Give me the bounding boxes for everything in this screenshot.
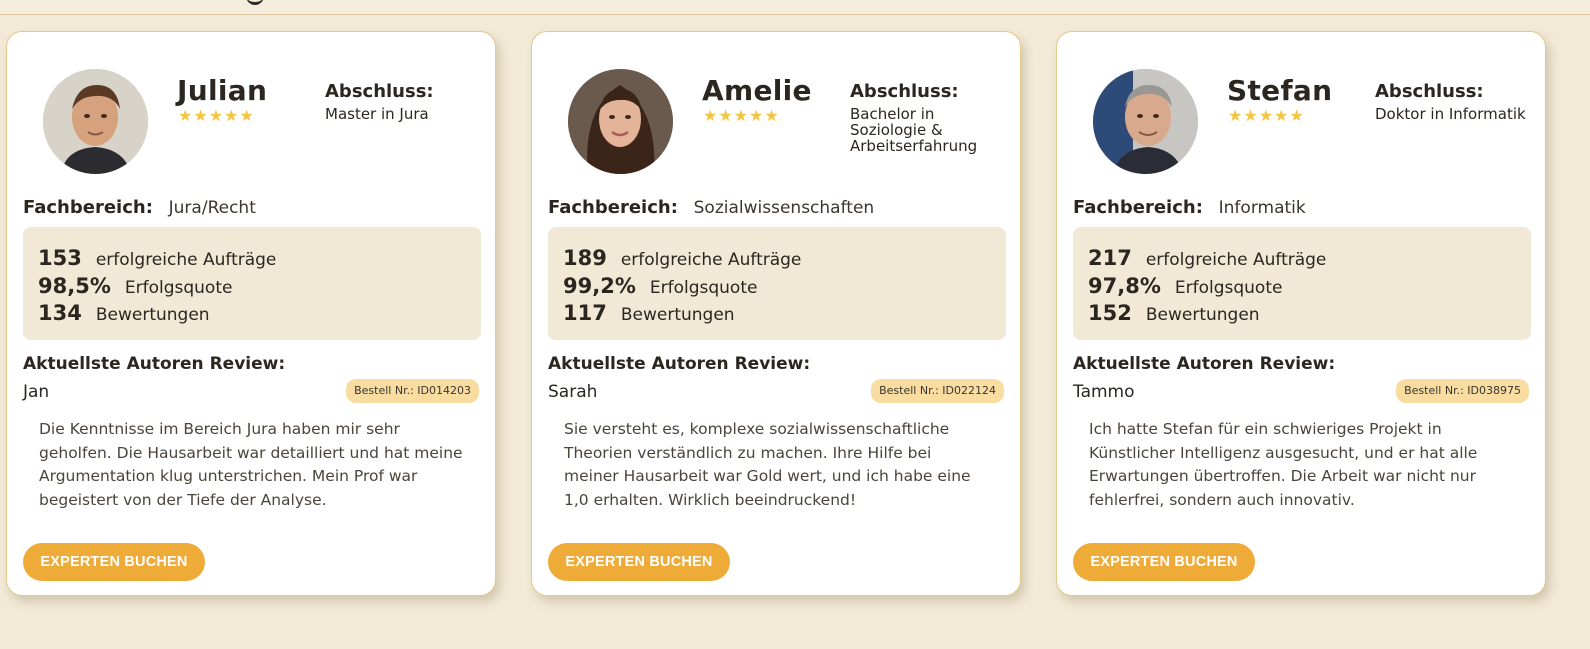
stat-success-rate-label: Erfolgsquote: [124, 277, 233, 298]
degree-value: Master in Jura: [325, 105, 429, 123]
order-number-badge: Bestell Nr.: ID022124: [871, 379, 1004, 403]
book-expert-button[interactable]: EXPERTEN BUCHEN: [23, 543, 205, 581]
stat-success-rate-label: Erfolgsquote: [1174, 277, 1283, 298]
star-icon: ★: [193, 106, 208, 125]
field-label: Fachbereich:: [1073, 197, 1203, 218]
star-icon: ★: [239, 106, 254, 125]
stat-orders-label: erfolgreiche Aufträge: [620, 250, 802, 270]
field-label: Fachbereich:: [23, 197, 153, 218]
stat-ratings: 152 Bewertungen: [1088, 301, 1531, 329]
stat-ratings-value: 117: [563, 301, 607, 325]
field-value: Informatik: [1218, 198, 1306, 218]
star-icon: ★: [1258, 106, 1274, 125]
review-heading: Aktuellste Autoren Review:: [23, 354, 286, 374]
star-icon: ★: [703, 106, 718, 125]
heading-glyph-fragment: [246, 0, 264, 5]
stat-orders-value: 189: [563, 246, 607, 270]
stat-ratings-label: Bewertungen: [95, 305, 210, 325]
reviewer-name: Jan: [23, 382, 50, 402]
expert-name: Julian: [177, 74, 268, 107]
stat-ratings-label: Bewertungen: [1145, 305, 1260, 325]
degree-label: Abschluss:: [850, 81, 959, 102]
stat-orders-label: erfolgreiche Aufträge: [95, 250, 277, 270]
review-heading: Aktuellste Autoren Review:: [548, 354, 811, 374]
stats-panel: 189 erfolgreiche Aufträge 99,2% Erfolgsq…: [548, 227, 1006, 340]
review-text: Sie versteht es, komplexe sozialwissensc…: [564, 420, 971, 510]
stats-panel: 153 erfolgreiche Aufträge 98,5% Erfolgsq…: [23, 227, 481, 340]
book-expert-button[interactable]: EXPERTEN BUCHEN: [548, 543, 730, 581]
expert-avatar: [1093, 69, 1198, 174]
star-icon: ★: [1243, 106, 1258, 125]
field-value: Sozialwissenschaften: [693, 198, 875, 218]
expert-card-amelie: Amelie ★ ★ ★ ★ ★ Abschluss: Bachelor in …: [531, 31, 1021, 596]
rating-stars: ★ ★ ★ ★ ★: [1228, 108, 1304, 124]
top-section-edge: [0, 0, 1590, 15]
stat-ratings: 117 Bewertungen: [563, 301, 1006, 329]
star-icon: ★: [1228, 106, 1243, 125]
stat-success-rate-value: 98,5%: [38, 273, 111, 298]
stat-orders: 217 erfolgreiche Aufträge: [1088, 246, 1531, 274]
stat-orders-value: 217: [1088, 246, 1132, 270]
star-icon: ★: [1274, 106, 1289, 125]
star-icon: ★: [178, 106, 193, 125]
stat-success-rate: 99,2% Erfolgsquote: [563, 274, 1006, 302]
field-row: Fachbereich: Jura/Recht: [23, 197, 256, 218]
portrait-photo-icon: [43, 69, 148, 174]
order-number-badge: Bestell Nr.: ID038975: [1396, 379, 1529, 403]
degree-value: Bachelor in Soziologie & Arbeitserfahrun…: [850, 105, 978, 155]
expert-card-julian: Julian ★ ★ ★ ★ ★ Abschluss: Master in Ju…: [6, 31, 496, 596]
star-icon: ★: [224, 106, 239, 125]
star-icon: ★: [764, 106, 779, 125]
stat-success-rate: 98,5% Erfolgsquote: [38, 274, 481, 302]
portrait-photo-icon: [568, 69, 673, 174]
expert-name: Stefan: [1227, 74, 1333, 107]
field-label: Fachbereich:: [548, 197, 678, 218]
stat-orders-label: erfolgreiche Aufträge: [1145, 250, 1327, 270]
field-row: Fachbereich: Informatik: [1073, 197, 1306, 218]
stat-ratings-value: 152: [1088, 301, 1132, 325]
reviewer-name: Sarah: [548, 382, 598, 402]
review-heading: Aktuellste Autoren Review:: [1073, 354, 1336, 374]
stat-success-rate-value: 97,8%: [1088, 273, 1161, 298]
stat-ratings-value: 134: [38, 301, 82, 325]
stat-orders-value: 153: [38, 246, 82, 270]
stat-ratings: 134 Bewertungen: [38, 301, 481, 329]
star-icon: ★: [718, 106, 733, 125]
star-icon: ★: [208, 106, 224, 125]
stat-orders: 189 erfolgreiche Aufträge: [563, 246, 1006, 274]
stat-success-rate: 97,8% Erfolgsquote: [1088, 274, 1531, 302]
expert-avatar: [43, 69, 148, 174]
field-value: Jura/Recht: [168, 198, 256, 218]
stat-ratings-label: Bewertungen: [620, 305, 735, 325]
stats-panel: 217 erfolgreiche Aufträge 97,8% Erfolgsq…: [1073, 227, 1531, 340]
expert-name: Amelie: [702, 74, 812, 107]
book-expert-button[interactable]: EXPERTEN BUCHEN: [1073, 543, 1255, 581]
degree-label: Abschluss:: [325, 81, 434, 102]
field-row: Fachbereich: Sozialwissenschaften: [548, 197, 874, 218]
degree-label: Abschluss:: [1375, 81, 1484, 102]
review-text: Ich hatte Stefan für ein schwieriges Pro…: [1089, 420, 1478, 510]
stat-success-rate-label: Erfolgsquote: [649, 277, 758, 298]
stat-orders: 153 erfolgreiche Aufträge: [38, 246, 481, 274]
star-icon: ★: [733, 106, 749, 125]
star-icon: ★: [1289, 106, 1304, 125]
expert-avatar: [568, 69, 673, 174]
rating-stars: ★ ★ ★ ★ ★: [703, 108, 779, 124]
star-icon: ★: [749, 106, 764, 125]
stat-success-rate-value: 99,2%: [563, 273, 636, 298]
expert-card-stefan: Stefan ★ ★ ★ ★ ★ Abschluss: Doktor in In…: [1056, 31, 1546, 596]
reviewer-name: Tammo: [1073, 382, 1135, 402]
rating-stars: ★ ★ ★ ★ ★: [178, 108, 254, 124]
degree-value: Doktor in Informatik: [1375, 105, 1526, 123]
portrait-photo-icon: [1093, 69, 1198, 174]
order-number-badge: Bestell Nr.: ID014203: [346, 379, 479, 403]
review-text: Die Kenntnisse im Bereich Jura haben mir…: [39, 420, 463, 510]
